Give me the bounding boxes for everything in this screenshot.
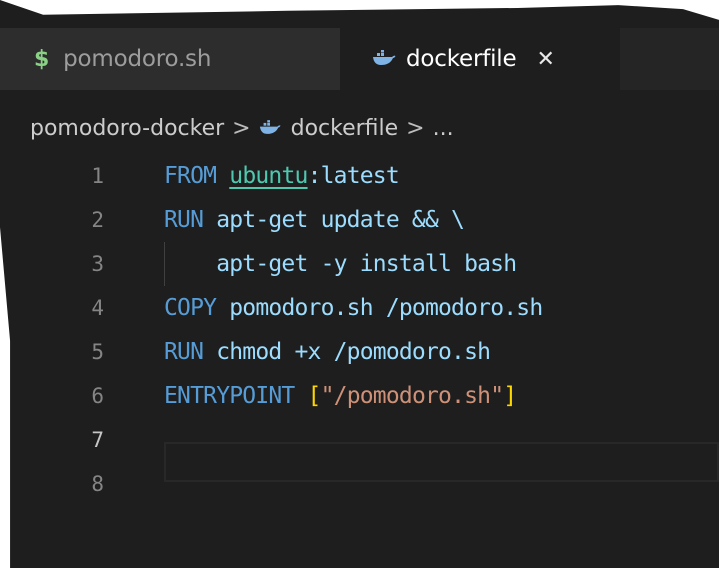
tab-dockerfile[interactable]: dockerfile ✕: [340, 28, 620, 90]
keyword: COPY: [164, 295, 217, 321]
breadcrumb: pomodoro-docker > dockerfile > ...: [30, 110, 454, 146]
bracket: ]: [503, 383, 517, 409]
string: "/pomodoro.sh": [320, 383, 504, 409]
image-link[interactable]: ubuntu: [229, 163, 308, 189]
keyword: RUN: [164, 339, 204, 365]
line-number: 8: [91, 472, 104, 496]
breadcrumb-file[interactable]: dockerfile: [291, 116, 399, 141]
line-number: 3: [91, 252, 104, 276]
line-number: 6: [91, 384, 104, 408]
line-number: 5: [91, 340, 104, 364]
arguments: apt-get update && \: [203, 207, 465, 233]
line-number: 7: [91, 428, 104, 452]
editor-window: $ pomodoro.sh dockerfile ✕ pomodoro-dock…: [0, 0, 719, 568]
breadcrumb-more[interactable]: ...: [433, 116, 454, 141]
image-tag: :latest: [307, 163, 400, 189]
code-line[interactable]: 8: [0, 462, 719, 506]
tab-label: pomodoro.sh: [63, 46, 212, 72]
keyword: ENTRYPOINT: [164, 383, 295, 409]
keyword: RUN: [164, 207, 204, 233]
keyword: FROM: [164, 163, 217, 189]
close-icon[interactable]: ✕: [536, 47, 554, 72]
bracket: [: [307, 383, 322, 409]
code-line[interactable]: 5 RUN chmod +x /pomodoro.sh: [0, 330, 719, 374]
tab-pomodoro-sh[interactable]: $ pomodoro.sh: [0, 28, 340, 90]
code-line[interactable]: 4 COPY pomodoro.sh /pomodoro.sh: [0, 286, 719, 330]
code-text: RUN apt-get update && \: [164, 198, 465, 242]
arguments: apt-get -y install bash: [164, 251, 517, 277]
chevron-right-icon: >: [406, 115, 425, 141]
arguments: chmod +x /pomodoro.sh: [203, 339, 491, 365]
line-number: 2: [91, 208, 104, 232]
code-line[interactable]: 1 FROM ubuntu:latest: [0, 154, 719, 198]
code-line[interactable]: 7: [0, 418, 719, 462]
line-number: 1: [91, 164, 104, 188]
code-text: RUN chmod +x /pomodoro.sh: [164, 330, 491, 374]
arguments: pomodoro.sh /pomodoro.sh: [216, 295, 543, 321]
code-text: apt-get -y install bash: [164, 242, 517, 286]
shell-dollar-icon: $: [34, 46, 50, 72]
code-line[interactable]: 6 ENTRYPOINT ["/pomodoro.sh"]: [0, 374, 719, 418]
code-text: ENTRYPOINT ["/pomodoro.sh"]: [164, 374, 517, 418]
code-text: COPY pomodoro.sh /pomodoro.sh: [164, 286, 543, 330]
tab-bar: $ pomodoro.sh dockerfile ✕: [0, 28, 719, 90]
docker-whale-icon: [372, 46, 396, 72]
chevron-right-icon: >: [232, 115, 251, 141]
code-line[interactable]: 2 RUN apt-get update && \: [0, 198, 719, 242]
breadcrumb-folder[interactable]: pomodoro-docker: [30, 116, 224, 141]
line-number: 4: [91, 296, 104, 320]
docker-whale-icon: [259, 116, 281, 141]
tab-label: dockerfile: [406, 46, 517, 72]
code-text: FROM ubuntu:latest: [164, 154, 400, 198]
code-line[interactable]: 3 apt-get -y install bash: [0, 242, 719, 286]
